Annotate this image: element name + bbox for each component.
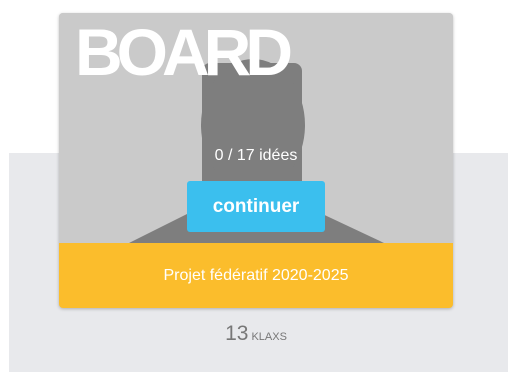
card-image: BOARD 0 / 17 idées continuer xyxy=(59,13,453,243)
continue-button[interactable]: continuer xyxy=(187,181,325,232)
klaxs-count: 13 xyxy=(225,322,249,345)
project-name-bar[interactable]: Projet fédératif 2020-2025 xyxy=(59,243,453,308)
klaxs-counter: 13 KLAXS xyxy=(59,322,453,346)
klaxs-unit: KLAXS xyxy=(251,331,287,343)
board-card[interactable]: BOARD 0 / 17 idées continuer Projet fédé… xyxy=(59,13,453,308)
board-title: BOARD xyxy=(75,15,293,89)
ideas-progress: 0 / 17 idées xyxy=(214,147,298,164)
